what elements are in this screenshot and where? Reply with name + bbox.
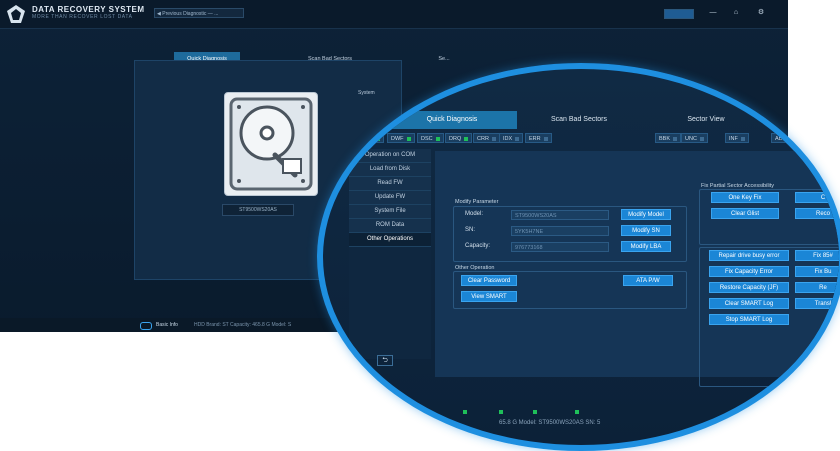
led-icon (375, 136, 380, 141)
view-smart-button[interactable]: View SMART (461, 291, 517, 302)
sidebar-item-other-operations[interactable]: Other Operations (349, 233, 431, 247)
sidebar: Operation on COM Load from Disk Read FW … (349, 149, 431, 359)
led-icon (543, 136, 548, 141)
ata-pw-button[interactable]: ATA P/W (623, 275, 673, 286)
restore-capacity-button[interactable]: Restore Capacity (JF) (709, 282, 789, 293)
tab-scan-bad-sectors[interactable]: Scan Bad Sectors (519, 111, 639, 129)
led-icon (789, 136, 794, 141)
sidebar-item-rom-data[interactable]: ROM Data (349, 219, 431, 233)
chip-dwf: DWF (387, 133, 415, 143)
clear-smart-log-button[interactable]: Clear SMART Log (709, 298, 789, 309)
sidebar-item-read-fw[interactable]: Read FW (349, 177, 431, 191)
back-icon[interactable]: ⮌ (377, 355, 393, 366)
led-icon (699, 136, 704, 141)
chip-unc: UNC (681, 133, 708, 143)
chip-idx: IDX (499, 133, 524, 143)
status-led-icon (533, 410, 537, 414)
home-icon[interactable]: ⌂ (731, 9, 741, 17)
chip-label: BBK (659, 136, 671, 142)
status-led-icon (499, 410, 503, 414)
bg-status-text: HDD Brand: ST Capacity: 465.8 G Model: S (194, 322, 292, 328)
bg-info-icon (140, 322, 152, 330)
chip-dsc: DSC (417, 133, 444, 143)
clear-password-button[interactable]: Clear Password (461, 275, 517, 286)
tab-quick-diagnosis[interactable]: Quick Diagnosis (387, 111, 517, 129)
modify-parameter-label: Modify Parameter (455, 199, 499, 205)
re-button[interactable]: Re (795, 282, 839, 293)
lens-status-bar: 65.8 G Model: ST9500WS20AS SN: 5 (323, 416, 839, 430)
led-icon (406, 136, 411, 141)
capacity-field[interactable]: 976773168 (511, 242, 609, 252)
one-key-fix-button[interactable]: One Key Fix (711, 192, 779, 203)
fix-partial-button-2[interactable]: C (795, 192, 839, 203)
status-led-icon (463, 410, 467, 414)
status-led-icon (575, 410, 579, 414)
modify-lba-button[interactable]: Modify LBA (621, 241, 671, 252)
bg-status-prefix: Basic Info (156, 322, 178, 328)
led-icon (435, 136, 440, 141)
lens-status-text: 65.8 G Model: ST9500WS20AS SN: 5 (499, 420, 601, 426)
stop-smart-log-button[interactable]: Stop SMART Log (709, 314, 789, 325)
chip-label: INF (729, 136, 738, 142)
clear-glist-button[interactable]: Clear Glist (711, 208, 779, 219)
chip-label: ERR (529, 136, 541, 142)
sidebar-item-load-from-disk[interactable]: Load from Disk (349, 163, 431, 177)
led-icon (673, 136, 678, 141)
fix-bu-button[interactable]: Fix Bu (795, 266, 839, 277)
help-button[interactable] (664, 9, 694, 19)
operations-content: Modify Parameter Model: ST9500WS20AS Mod… (435, 151, 839, 387)
model-field[interactable]: ST9500WS20AS (511, 210, 609, 220)
chip-label: DRD (361, 136, 373, 142)
sidebar-item-operation-on-com[interactable]: Operation on COM (349, 149, 431, 163)
model-label: Model: (465, 211, 484, 217)
fix-85-button[interactable]: Fix 85# (795, 250, 839, 261)
chip-abr: ABR (771, 133, 798, 143)
bg-serial-field: ST9500WS20AS (222, 204, 294, 216)
chip-label: DSC (421, 136, 433, 142)
led-icon (464, 136, 469, 141)
bg-tab-sector-view[interactable]: Se... (424, 52, 464, 66)
minimize-icon[interactable]: — (708, 9, 718, 17)
status-register-bar: DRD DWF DSC DRQ CRR IDX ERR BBK UNC INF … (357, 133, 839, 145)
chip-label: IDX (503, 136, 513, 142)
chip-bbk: BBK (655, 133, 682, 143)
capacity-label: Capacity: (465, 243, 491, 249)
title-bar: DATA RECOVERY SYSTEM MORE THAN RECOVER L… (0, 0, 788, 29)
sn-field[interactable]: 5YK5H7NE (511, 226, 609, 236)
led-icon (491, 136, 496, 141)
chip-label: DWF (391, 136, 404, 142)
led-icon (515, 136, 520, 141)
translator-button[interactable]: Transl (795, 298, 839, 309)
fix-capacity-error-button[interactable]: Fix Capacity Error (709, 266, 789, 277)
tab-sector-view[interactable]: Sector View (641, 111, 771, 129)
modify-sn-button[interactable]: Modify SN (621, 225, 671, 236)
app-title: DATA RECOVERY SYSTEM (32, 5, 145, 14)
device-selector[interactable]: ◀ Previous Diagnostic — ... (154, 8, 244, 18)
chip-drq: DRQ (445, 133, 473, 143)
chip-label: UNC (685, 136, 697, 142)
chip-label: DRQ (449, 136, 462, 142)
app-subtitle: MORE THAN RECOVER LOST DATA (32, 14, 133, 20)
chip-label: CRR (477, 136, 489, 142)
recover-button[interactable]: Reco (795, 208, 839, 219)
led-icon (740, 136, 745, 141)
app-logo-icon (7, 5, 25, 23)
modify-model-button[interactable]: Modify Model (621, 209, 671, 220)
chip-drd: DRD (357, 133, 384, 143)
sidebar-item-update-fw[interactable]: Update FW (349, 191, 431, 205)
magnifier-lens: Quick Diagnosis Scan Bad Sectors Sector … (317, 63, 840, 451)
hard-drive-icon (229, 97, 313, 191)
hard-drive-illustration (224, 92, 318, 196)
chip-inf: INF (725, 133, 749, 143)
settings-icon[interactable]: ⚙ (756, 9, 766, 17)
repair-drive-busy-button[interactable]: Repair drive busy error (709, 250, 789, 261)
sn-label: SN: (465, 227, 476, 233)
sidebar-item-system-file[interactable]: System File (349, 205, 431, 219)
chip-label: ABR (775, 136, 787, 142)
chip-crr: CRR (473, 133, 500, 143)
chip-err: ERR (525, 133, 552, 143)
